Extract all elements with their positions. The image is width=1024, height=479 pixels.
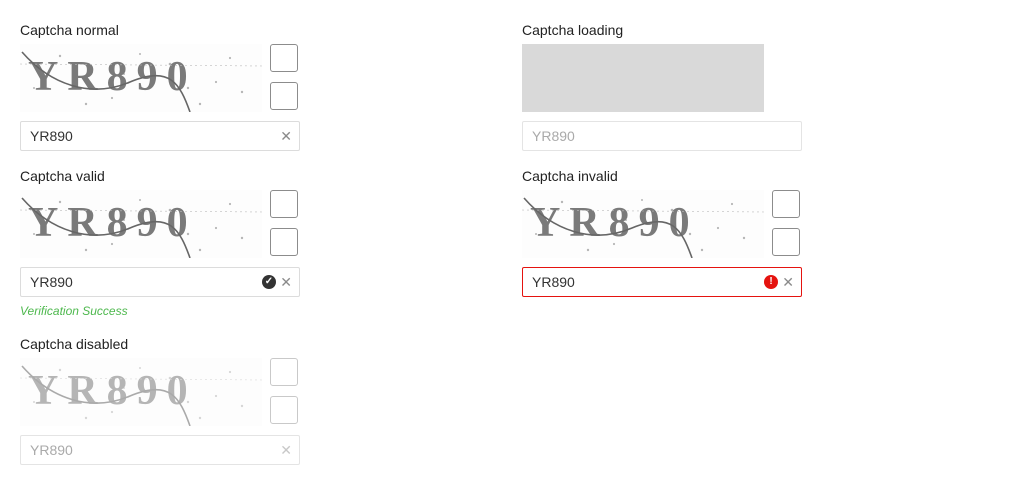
captcha-valid-label: Captcha valid: [20, 168, 105, 184]
exclamation-circle-icon: !: [764, 275, 778, 289]
refresh-captcha-button[interactable]: [270, 190, 298, 218]
captcha-invalid-label: Captcha invalid: [522, 168, 618, 184]
captcha-image: YR890: [20, 190, 262, 258]
audio-captcha-button[interactable]: [270, 82, 298, 110]
captcha-input-value: YR890: [30, 128, 73, 144]
captcha-image: YR890: [20, 358, 262, 426]
captcha-input-value: YR890: [532, 274, 575, 290]
captcha-input-value: YR890: [30, 442, 73, 458]
close-icon[interactable]: ✕: [280, 268, 292, 296]
captcha-disabled: Captcha disabled YR890 YR890 ✕: [20, 336, 302, 465]
captcha-image: YR890: [20, 44, 262, 112]
captcha-disabled-label: Captcha disabled: [20, 336, 129, 352]
close-icon[interactable]: ✕: [280, 122, 292, 150]
audio-captcha-button[interactable]: [270, 228, 298, 256]
refresh-captcha-button: [270, 358, 298, 386]
captcha-input: YR890 ✕: [20, 435, 300, 465]
captcha-image: YR890: [522, 190, 764, 258]
captcha-image-placeholder: [522, 44, 764, 112]
captcha-input[interactable]: YR890 ✓ ✕: [20, 267, 300, 297]
verification-success-message: Verification Success: [20, 304, 128, 318]
audio-captcha-button[interactable]: [772, 228, 800, 256]
captcha-normal-label: Captcha normal: [20, 22, 119, 38]
audio-captcha-button: [270, 396, 298, 424]
captcha-input[interactable]: YR890: [522, 121, 802, 151]
captcha-input[interactable]: YR890 ✕: [20, 121, 300, 151]
refresh-captcha-button[interactable]: [270, 44, 298, 72]
captcha-input[interactable]: YR890 ! ✕: [522, 267, 802, 297]
captcha-normal: Captcha normal YR890 YR890 ✕: [20, 22, 302, 151]
close-icon[interactable]: ✕: [782, 268, 794, 296]
close-icon: ✕: [280, 442, 292, 458]
captcha-loading-label: Captcha loading: [522, 22, 624, 38]
check-circle-icon: ✓: [262, 275, 276, 289]
captcha-input-value: YR890: [532, 128, 575, 144]
captcha-loading: Captcha loading YR890: [522, 22, 804, 151]
captcha-valid: Captcha valid YR890 YR890 ✓ ✕ Verificati…: [20, 168, 302, 318]
captcha-input-value: YR890: [30, 274, 73, 290]
captcha-invalid: Captcha invalid YR890 YR890 ! ✕: [522, 168, 804, 297]
refresh-captcha-button[interactable]: [772, 190, 800, 218]
